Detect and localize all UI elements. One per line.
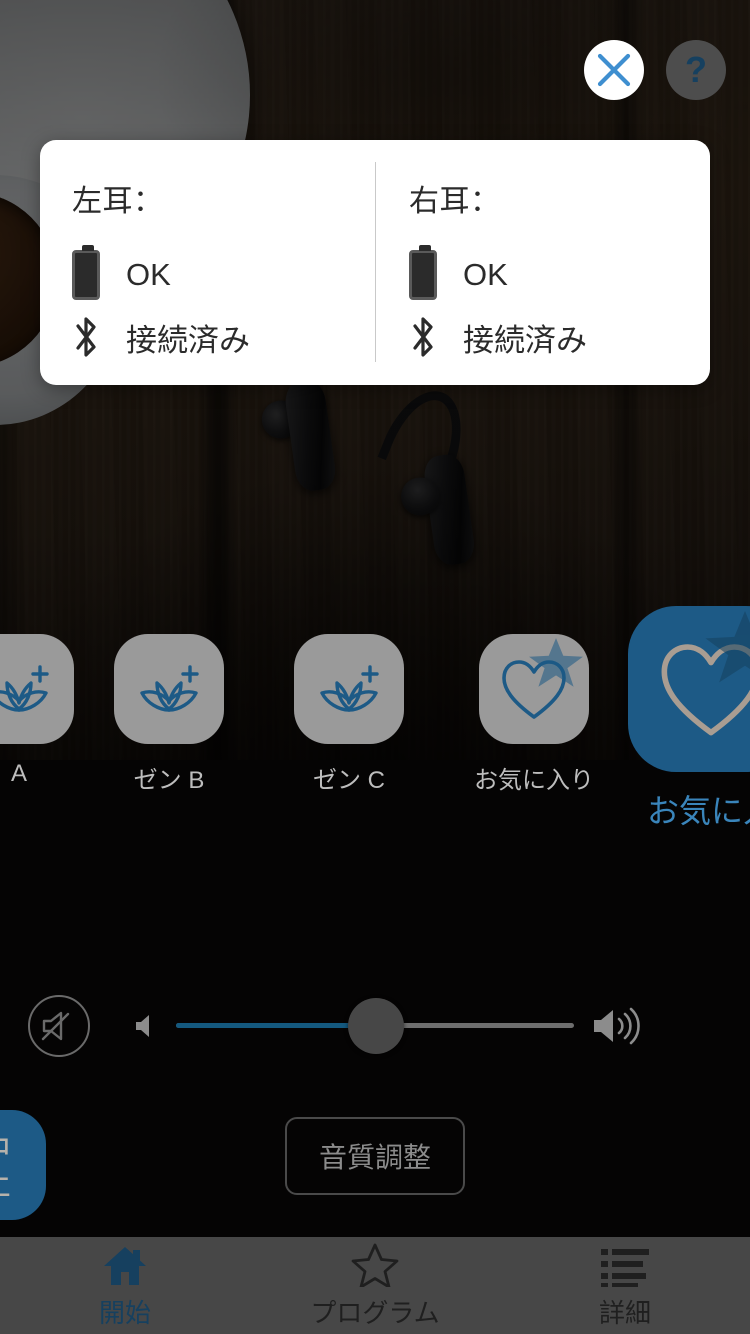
program-label-3: ゼン C xyxy=(313,767,385,794)
close-icon xyxy=(597,53,631,87)
tab-details[interactable]: 詳細 xyxy=(500,1237,750,1334)
app-root: 中止 A ゼン B ゼン C お気に入り お気に 音質調整 開始 プログラム 詳… xyxy=(0,0,750,1334)
program-label-4: お気に入り xyxy=(474,767,594,794)
program-tile-favorite xyxy=(479,634,589,744)
volume-slider-fill xyxy=(176,1023,375,1028)
left-ear-battery-row: OK xyxy=(72,244,373,306)
help-button[interactable]: ? xyxy=(666,40,726,100)
right-ear-section: 右耳： OK 接続済み xyxy=(373,140,710,385)
close-button[interactable] xyxy=(584,40,644,100)
right-ear-battery-status: OK xyxy=(463,257,508,292)
list-icon xyxy=(601,1241,649,1287)
tab-label-details: 詳細 xyxy=(598,1298,651,1328)
speaker-low-icon xyxy=(136,1015,149,1037)
top-button-group[interactable]: ? xyxy=(584,40,726,100)
star-icon xyxy=(529,638,583,687)
tab-label-programs: プログラム xyxy=(310,1298,440,1328)
battery-icon xyxy=(409,245,437,300)
question-mark-icon: ? xyxy=(685,49,707,90)
lotus-plus-icon xyxy=(140,665,199,712)
left-ear-connection-status: 接続済み xyxy=(126,322,250,358)
left-ear-battery-status: OK xyxy=(126,257,171,292)
star-icon xyxy=(705,611,750,683)
volume-control[interactable] xyxy=(0,995,750,1067)
stop-icon: 中止 xyxy=(0,1110,46,1220)
bluetooth-icon xyxy=(76,317,96,357)
program-carousel[interactable]: 中止 A ゼン B ゼン C お気に入り お気に xyxy=(0,606,750,1220)
lotus-plus-icon xyxy=(320,665,379,712)
tab-label-start: 開始 xyxy=(98,1298,151,1328)
mute-button[interactable] xyxy=(28,995,90,1057)
speaker-high-icon xyxy=(594,1007,640,1045)
volume-slider-thumb[interactable] xyxy=(348,998,404,1054)
program-tile-favorite-selected xyxy=(628,606,750,772)
device-status-dialog: 左耳： OK 接続済み 右耳： OK 接続済み xyxy=(40,140,710,385)
program-item-favorite[interactable]: お気に入り xyxy=(474,634,594,795)
home-icon xyxy=(102,1241,148,1287)
program-label-0: 中止 xyxy=(0,1131,10,1199)
program-item-zen-b[interactable]: ゼン B xyxy=(114,634,224,795)
right-ear-title: 右耳： xyxy=(409,185,501,218)
program-label-5: お気に入 xyxy=(646,793,750,829)
bottom-tab-bar[interactable]: 開始 プログラム 詳細 xyxy=(0,1237,750,1334)
program-tile-zen-b xyxy=(114,634,224,744)
right-ear-connection-status: 接続済み xyxy=(463,322,587,358)
left-ear-connection-row: 接続済み xyxy=(72,306,373,368)
left-ear-title: 左耳： xyxy=(72,185,164,218)
sound-quality-button[interactable]: 音質調整 xyxy=(285,1117,465,1195)
program-tile-zen-c xyxy=(294,634,404,744)
program-item-stop[interactable]: 中止 xyxy=(0,1110,46,1220)
tab-start[interactable]: 開始 xyxy=(0,1237,250,1334)
star-icon xyxy=(351,1241,399,1287)
right-ear-connection-row: 接続済み xyxy=(409,306,710,368)
program-item-favorite-selected[interactable]: お気に入 xyxy=(628,606,750,832)
battery-icon xyxy=(72,245,100,300)
program-label-2: ゼン B xyxy=(133,767,205,794)
program-item-a[interactable]: A xyxy=(0,634,74,788)
bluetooth-icon xyxy=(413,317,433,357)
program-tile-a xyxy=(0,634,74,744)
program-label-1: A xyxy=(10,760,27,787)
program-item-zen-c[interactable]: ゼン C xyxy=(294,634,404,795)
tab-programs[interactable]: プログラム xyxy=(250,1237,500,1334)
left-ear-section: 左耳： OK 接続済み xyxy=(40,140,373,385)
lotus-plus-icon xyxy=(0,665,49,712)
mute-speaker-icon xyxy=(41,1011,70,1041)
right-ear-battery-row: OK xyxy=(409,244,710,306)
